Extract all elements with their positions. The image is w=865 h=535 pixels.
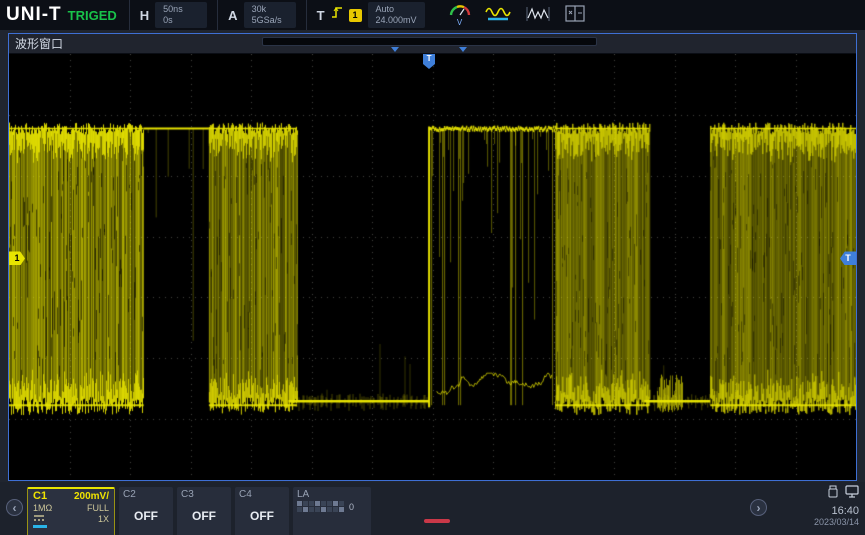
scroll-marker-right-icon[interactable] xyxy=(459,47,467,52)
dvm-button[interactable]: V xyxy=(447,4,473,27)
trigger-level-value: 24.000mV xyxy=(376,15,417,26)
channel-1-box[interactable]: C1 200mV/ 1MΩ FULL 1X xyxy=(27,487,115,535)
oscilloscope-screen: UNI-T TRIGED H 50ns 0s A 30k 5GSa/s T 1 … xyxy=(0,0,865,535)
t-label: T xyxy=(317,8,325,23)
channel-1-bandwidth: FULL xyxy=(87,503,109,513)
channel-1-id: C1 xyxy=(33,490,47,502)
timebase-value: 50ns xyxy=(163,4,199,15)
menu-handle[interactable] xyxy=(424,519,450,523)
waveform-window-titlebar: 波形窗口 xyxy=(9,34,856,54)
awg-button[interactable] xyxy=(483,5,513,26)
channel-4-id: C4 xyxy=(235,487,289,500)
next-page-button[interactable]: › xyxy=(750,499,767,516)
waveform-plot[interactable]: T 1 T xyxy=(9,54,856,480)
la-bus-high-label: 0 xyxy=(349,502,354,512)
channel-color-bar xyxy=(33,525,47,528)
trigger-source-chip: 1 xyxy=(349,9,362,22)
window-title: 波形窗口 xyxy=(15,35,63,52)
brand-logo: UNI-T xyxy=(0,4,68,26)
h-label: H xyxy=(140,8,149,23)
channel-3-state: OFF xyxy=(177,509,231,523)
measure-button[interactable] xyxy=(523,5,553,26)
trigger-mode-value: Auto xyxy=(376,4,417,15)
channel-2-id: C2 xyxy=(119,487,173,500)
dvm-gauge-icon xyxy=(449,4,471,19)
horizontal-position-scrollbar[interactable] xyxy=(262,37,597,46)
peaks-waveform-icon xyxy=(525,5,551,26)
acquire-settings[interactable]: A 30k 5GSa/s xyxy=(217,0,305,30)
channel-4-state: OFF xyxy=(235,509,289,523)
clock-time: 16:40 xyxy=(779,505,859,517)
channel-1-probe: 1X xyxy=(98,514,109,524)
dvm-unit-label: V xyxy=(457,19,462,27)
trigger-settings[interactable]: T 1 Auto 24.000mV xyxy=(306,0,435,30)
channel-2-box[interactable]: C2 OFF xyxy=(119,487,173,535)
a-label: A xyxy=(228,8,237,23)
bottom-bar: ‹ C1 200mV/ 1MΩ FULL 1X C2 OFF xyxy=(0,482,865,535)
screen-display-icon[interactable] xyxy=(845,485,859,503)
waveform-canvas xyxy=(9,54,856,480)
prev-page-button[interactable]: ‹ xyxy=(6,499,23,516)
trigger-status: TRIGED xyxy=(68,8,117,23)
logic-analyzer-box[interactable]: LA 0 16 xyxy=(293,487,371,535)
sine-wave-icon xyxy=(485,5,511,26)
quick-icons: V xyxy=(447,0,587,30)
clock-date: 2023/03/14 xyxy=(779,517,859,527)
channel-2-state: OFF xyxy=(119,509,173,523)
status-area: 16:40 2023/03/14 xyxy=(779,485,859,527)
la-id: LA xyxy=(293,487,371,500)
trigger-position-flag[interactable]: T xyxy=(423,54,435,64)
la-grid xyxy=(297,501,344,512)
sample-rate-value: 5GSa/s xyxy=(252,15,288,26)
channel-3-box[interactable]: C3 OFF xyxy=(177,487,231,535)
usb-storage-icon[interactable] xyxy=(827,485,839,503)
waveform-window: 波形窗口 T 1 T xyxy=(8,33,857,481)
dc-coupling-icon xyxy=(33,514,45,524)
window-layout-icon xyxy=(565,5,585,25)
h-offset-value: 0s xyxy=(163,15,199,26)
channel-4-box[interactable]: C4 OFF xyxy=(235,487,289,535)
channel-1-impedance: 1MΩ xyxy=(33,503,52,513)
scroll-marker-left-icon[interactable] xyxy=(391,47,399,52)
top-bar: UNI-T TRIGED H 50ns 0s A 30k 5GSa/s T 1 … xyxy=(0,0,865,30)
horizontal-settings[interactable]: H 50ns 0s xyxy=(129,0,217,30)
display-layout-button[interactable] xyxy=(563,5,587,25)
trigger-slope-icon xyxy=(331,6,343,24)
channel-3-id: C3 xyxy=(177,487,231,500)
memory-depth-value: 30k xyxy=(252,4,288,15)
channel-1-scale: 200mV/ xyxy=(74,491,109,502)
